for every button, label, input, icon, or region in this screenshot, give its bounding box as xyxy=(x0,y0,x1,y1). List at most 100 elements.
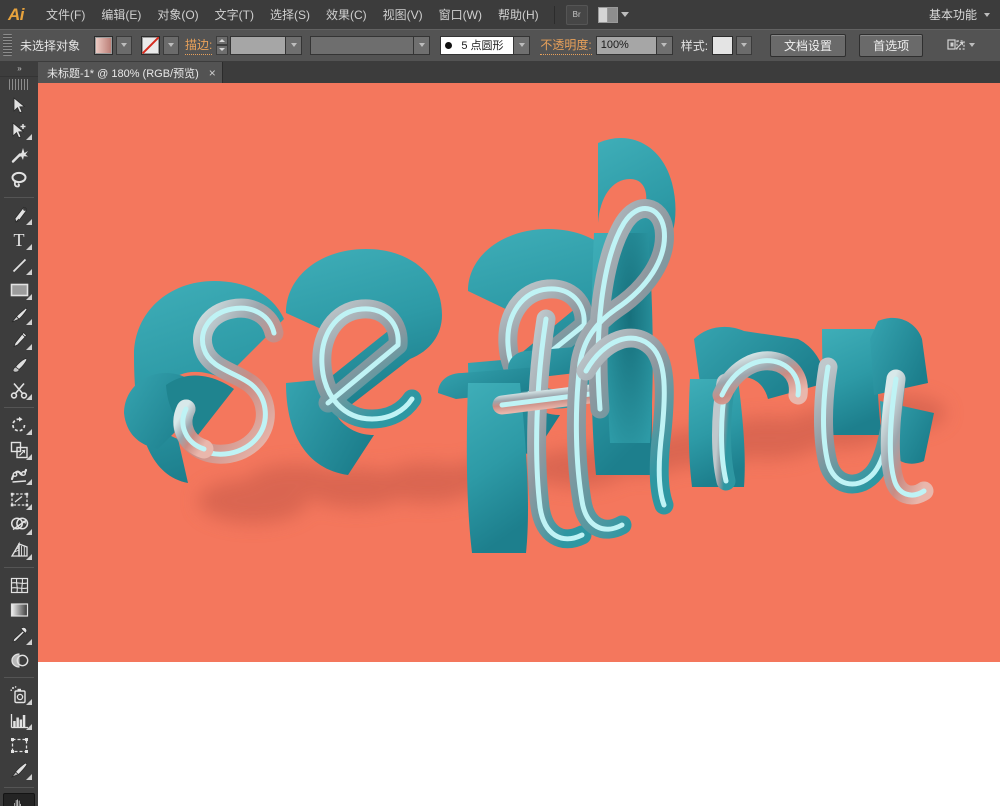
stroke-profile-combo[interactable] xyxy=(310,35,431,55)
canvas-area[interactable] xyxy=(38,83,1000,806)
pen-icon xyxy=(14,206,27,223)
preferences-button[interactable]: 首选项 xyxy=(859,33,924,57)
style-label: 样式: xyxy=(680,38,709,53)
chevron-down-icon[interactable] xyxy=(513,36,530,54)
opacity-value[interactable]: 100% xyxy=(597,39,656,51)
eraser-tool[interactable] xyxy=(4,378,34,402)
hand-icon xyxy=(12,798,22,806)
menu-window[interactable]: 窗口(W) xyxy=(431,2,490,27)
line-icon xyxy=(12,258,26,272)
hand-tool[interactable] xyxy=(3,793,35,806)
menu-type[interactable]: 文字(T) xyxy=(207,2,262,27)
chevron-down-icon xyxy=(984,12,990,17)
chevron-down-icon xyxy=(969,43,976,47)
menu-help[interactable]: 帮助(H) xyxy=(490,2,547,27)
menu-view[interactable]: 视图(V) xyxy=(375,2,431,27)
blob-brush-icon xyxy=(12,358,27,373)
toolbar-divider xyxy=(4,407,34,408)
brush-definition-value: 5 点圆形 xyxy=(461,40,504,52)
pencil-tool[interactable] xyxy=(4,328,34,352)
graphic-style-control[interactable] xyxy=(712,35,753,55)
pencil-icon xyxy=(12,331,27,348)
symbol-sprayer-tool[interactable] xyxy=(4,683,34,707)
lasso-tool[interactable] xyxy=(4,168,34,192)
width-warp-tool[interactable] xyxy=(4,463,34,487)
chevron-down-icon[interactable] xyxy=(285,36,302,54)
stroke-weight-stepper[interactable] xyxy=(216,35,229,55)
eyedropper-tool[interactable] xyxy=(4,623,34,647)
menu-file[interactable]: 文件(F) xyxy=(38,2,93,27)
arrow-solid-icon xyxy=(13,96,25,113)
artwork-see-thru xyxy=(124,137,946,553)
gradient-tool[interactable] xyxy=(4,598,34,622)
menu-select[interactable]: 选择(S) xyxy=(262,2,318,27)
stroke-color-control[interactable] xyxy=(141,35,180,55)
menu-items: 文件(F) 编辑(E) 对象(O) 文字(T) 选择(S) 效果(C) 视图(V… xyxy=(38,2,547,27)
perspective-grid-tool[interactable] xyxy=(4,538,34,562)
stepper-up-button[interactable] xyxy=(216,35,229,45)
arrange-documents-icon xyxy=(597,6,618,23)
pen-tool[interactable] xyxy=(4,203,34,227)
arrange-documents-button[interactable] xyxy=(597,6,629,23)
artboard[interactable] xyxy=(38,83,1000,662)
transform-icon xyxy=(947,39,965,50)
fill-swatch[interactable] xyxy=(94,35,114,55)
fill-dropdown-button[interactable] xyxy=(116,35,133,55)
shape-builder-tool[interactable] xyxy=(4,513,34,537)
chevron-down-icon xyxy=(741,43,748,47)
free-transform-tool[interactable] xyxy=(4,488,34,512)
collapse-toolbar-button[interactable]: » xyxy=(0,61,38,77)
scale-tool[interactable] xyxy=(4,438,34,462)
toolbar-divider xyxy=(4,787,34,788)
magic-wand-icon xyxy=(11,148,28,163)
magic-wand-tool[interactable] xyxy=(4,143,34,167)
chevron-down-icon[interactable] xyxy=(413,36,430,54)
close-icon[interactable]: × xyxy=(209,67,216,79)
artboard-tool[interactable] xyxy=(4,733,34,757)
chevron-down-icon xyxy=(620,12,629,17)
fill-color-control[interactable] xyxy=(94,35,133,55)
line-segment-tool[interactable] xyxy=(4,253,34,277)
rotate-tool[interactable] xyxy=(4,413,34,437)
artboard-icon xyxy=(10,737,28,753)
opacity-combo[interactable]: 100% xyxy=(595,35,673,55)
slice-tool[interactable] xyxy=(4,758,34,782)
rectangle-tool[interactable] xyxy=(4,278,34,302)
toolbar-divider xyxy=(4,677,34,678)
document-setup-button[interactable]: 文档设置 xyxy=(770,33,847,57)
gradient-icon xyxy=(10,603,28,617)
brush-definition-combo[interactable]: 5 点圆形 xyxy=(440,35,531,55)
illustrator-window: Ai 文件(F) 编辑(E) 对象(O) 文字(T) 选择(S) 效果(C) 视… xyxy=(0,0,1000,806)
selection-tool[interactable] xyxy=(4,93,34,117)
stroke-weight-label[interactable]: 描边: xyxy=(185,36,213,55)
document-tab[interactable]: 未标题-1* @ 180% (RGB/预览) × xyxy=(38,62,223,83)
bridge-icon[interactable]: Br xyxy=(565,4,588,25)
menu-effect[interactable]: 效果(C) xyxy=(318,2,375,27)
menu-edit[interactable]: 编辑(E) xyxy=(93,2,149,27)
opacity-label[interactable]: 不透明度: xyxy=(540,36,592,55)
paintbrush-tool[interactable] xyxy=(4,303,34,327)
mesh-tool[interactable] xyxy=(4,573,34,597)
tool-list: T xyxy=(0,93,38,806)
chevron-down-icon xyxy=(121,43,128,47)
direct-selection-tool[interactable] xyxy=(4,118,34,142)
stepper-down-button[interactable] xyxy=(216,45,229,55)
workspace-switcher[interactable]: 基本功能 xyxy=(929,6,1000,23)
style-swatch[interactable] xyxy=(712,35,734,55)
app-logo-icon: Ai xyxy=(8,4,25,24)
style-dropdown-button[interactable] xyxy=(736,35,753,55)
stroke-weight-combo[interactable] xyxy=(230,35,303,55)
column-graph-tool[interactable] xyxy=(4,708,34,732)
type-tool[interactable]: T xyxy=(4,228,34,252)
stroke-dropdown-button[interactable] xyxy=(163,35,180,55)
stroke-swatch[interactable] xyxy=(141,35,161,55)
menu-object[interactable]: 对象(O) xyxy=(149,2,206,27)
blob-brush-tool[interactable] xyxy=(4,353,34,377)
control-bar-grip[interactable] xyxy=(3,34,12,56)
selection-status-label: 未选择对象 xyxy=(20,38,81,53)
transform-align-button[interactable] xyxy=(947,37,976,53)
chevron-down-icon[interactable] xyxy=(655,36,672,54)
word-thru-extrusion xyxy=(438,137,934,553)
blend-tool[interactable] xyxy=(4,648,34,672)
toolbar-grip[interactable] xyxy=(9,79,29,90)
